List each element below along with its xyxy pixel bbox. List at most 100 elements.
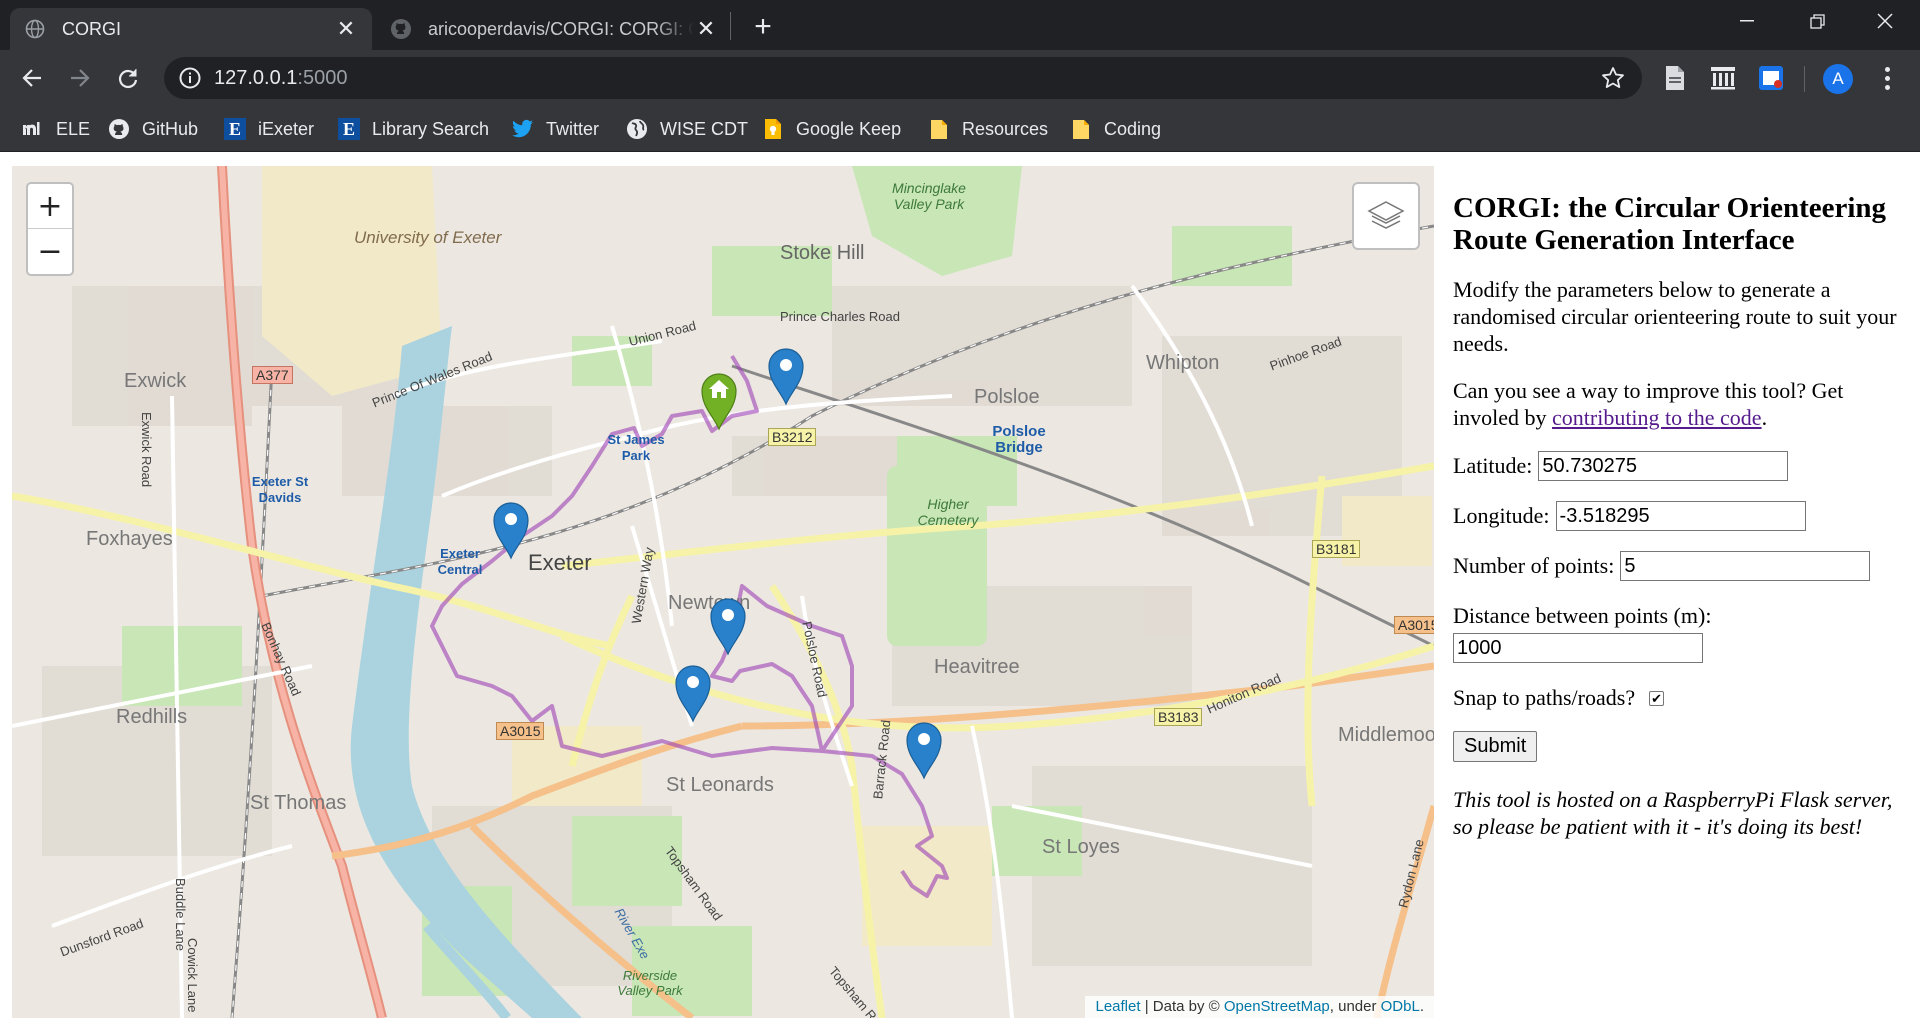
zoom-in-button[interactable]: +: [28, 184, 72, 229]
restore-button[interactable]: [1782, 0, 1852, 42]
waypoint-marker[interactable]: [905, 720, 943, 780]
route-map[interactable]: University of Exeter Mincinglake Valley …: [12, 166, 1434, 1018]
distance-label: Distance between points (m):: [1453, 603, 1712, 628]
attribution-text: .: [1419, 998, 1424, 1015]
browser-toolbar: 127.0.0.1:5000 A: [0, 50, 1920, 107]
longitude-input[interactable]: [1555, 501, 1806, 531]
road-shield: B3181: [1312, 540, 1361, 558]
bookmark-label: Coding: [1104, 118, 1162, 139]
new-tab-button[interactable]: +: [746, 10, 780, 44]
map-label: Cowick Lane: [185, 938, 200, 1013]
map-label: Exeter St Davids: [251, 474, 309, 505]
map-label: St James Park: [607, 432, 665, 463]
bookmark-label: iExeter: [258, 118, 315, 139]
map-label: Heavitree: [934, 656, 1020, 678]
map-label: Exeter: [528, 550, 592, 575]
bookmark-ele[interactable]: ELE: [22, 107, 90, 151]
points-row: Number of points:: [1453, 551, 1913, 581]
reload-button[interactable]: [110, 60, 146, 96]
bookmark-folder-coding[interactable]: Coding: [1070, 107, 1161, 151]
back-button[interactable]: [14, 60, 50, 96]
info-icon[interactable]: [178, 66, 202, 90]
map-label: Polsloe Bridge: [992, 423, 1046, 456]
ele-icon: [22, 118, 44, 140]
layers-icon: [1367, 201, 1405, 229]
waypoint-marker[interactable]: [709, 596, 747, 656]
document-extension-icon[interactable]: [1660, 63, 1690, 93]
zoom-out-button[interactable]: −: [28, 229, 72, 274]
map-label: Stoke Hill: [780, 242, 865, 264]
tab-title: aricooperdavis/CORGI: CORGI: Circular Or…: [428, 18, 694, 39]
globe-icon: [24, 18, 46, 40]
browser-menu-icon[interactable]: [1872, 62, 1902, 94]
waypoint-marker[interactable]: [492, 500, 530, 560]
svg-text:E: E: [229, 119, 241, 139]
distance-input[interactable]: [1453, 633, 1703, 663]
map-label: Riverside Valley Park: [617, 968, 683, 998]
bookmark-library-search[interactable]: E Library Search: [338, 107, 489, 151]
bookmark-label: ELE: [56, 118, 91, 139]
address-bar[interactable]: 127.0.0.1:5000: [164, 57, 1642, 99]
bookmark-google-keep[interactable]: Google Keep: [762, 107, 901, 151]
latitude-row: Latitude:: [1453, 451, 1913, 481]
map-attribution: Leaflet | Data by © OpenStreetMap, under…: [1085, 996, 1434, 1018]
map-label: University of Exeter: [354, 228, 502, 247]
url-port: :5000: [297, 67, 348, 89]
contribute-link[interactable]: contributing to the code: [1552, 405, 1762, 430]
snap-row: Snap to paths/roads? ✔: [1453, 683, 1913, 713]
tab-github-repo[interactable]: aricooperdavis/CORGI: CORGI: Circular Or…: [376, 8, 732, 50]
map-label: Redhills: [116, 706, 188, 728]
snap-checkbox[interactable]: ✔: [1649, 690, 1665, 706]
bookmark-label: Library Search: [372, 118, 490, 139]
bookmark-label: Resources: [962, 118, 1049, 139]
points-input[interactable]: [1620, 551, 1871, 581]
forward-button[interactable]: [62, 60, 98, 96]
map-label: Polsloe: [974, 386, 1040, 408]
intro-text: Modify the parameters below to generate …: [1453, 277, 1897, 356]
map-label: St Thomas: [250, 792, 347, 814]
archive-extension-icon[interactable]: [1708, 63, 1738, 93]
odbl-link[interactable]: ODbL: [1381, 998, 1420, 1015]
reader-extension-icon[interactable]: [1756, 63, 1786, 93]
svg-text:E: E: [343, 119, 355, 139]
longitude-row: Longitude:: [1453, 501, 1913, 531]
folder-icon: [1070, 118, 1092, 140]
bookmark-folder-resources[interactable]: Resources: [928, 107, 1048, 151]
tab-corgi[interactable]: CORGI ✕: [10, 8, 372, 50]
github-icon: [108, 118, 130, 140]
exeter-e-icon: E: [224, 118, 246, 140]
close-icon[interactable]: ✕: [334, 16, 358, 41]
bookmark-twitter[interactable]: Twitter: [512, 107, 599, 151]
contribute-text: Can you see a way to improve this tool? …: [1453, 378, 1844, 430]
bookmark-label: Google Keep: [796, 118, 902, 139]
github-icon: [390, 18, 412, 40]
profile-avatar[interactable]: A: [1823, 64, 1853, 94]
latitude-input[interactable]: [1538, 451, 1789, 481]
start-home-marker[interactable]: [700, 371, 738, 431]
layers-control[interactable]: [1352, 182, 1420, 250]
minimize-button[interactable]: [1712, 0, 1782, 42]
bookmark-wise-cdt[interactable]: WISE CDT: [626, 107, 748, 151]
close-window-button[interactable]: [1850, 0, 1920, 42]
map-label: Exwick Road: [139, 412, 154, 488]
page-title: CORGI: the Circular Orienteering Route G…: [1453, 192, 1887, 256]
waypoint-marker[interactable]: [767, 346, 805, 406]
submit-button[interactable]: Submit: [1453, 731, 1538, 762]
bookmark-github[interactable]: GitHub: [108, 107, 198, 151]
tab-title: CORGI: [62, 18, 122, 39]
leaflet-link[interactable]: Leaflet: [1095, 998, 1140, 1015]
openstreetmap-link[interactable]: OpenStreetMap: [1224, 998, 1330, 1015]
close-icon[interactable]: ✕: [694, 16, 718, 41]
twitter-icon: [512, 118, 534, 140]
tab-separator: [730, 12, 731, 40]
tab-strip: CORGI ✕ aricooperdavis/CORGI: CORGI: Cir…: [0, 0, 1920, 50]
zoom-control: + −: [26, 182, 74, 276]
url-text: 127.0.0.1:5000: [214, 57, 347, 99]
toolbar-separator: [1804, 66, 1805, 92]
bookmark-iexeter[interactable]: E iExeter: [224, 107, 314, 151]
waypoint-marker[interactable]: [674, 663, 712, 723]
latitude-label: Latitude:: [1453, 453, 1533, 478]
map-label: Higher Cemetery: [917, 496, 979, 528]
map-label: St Leonards: [666, 774, 774, 796]
bookmark-star-icon[interactable]: [1600, 65, 1626, 91]
